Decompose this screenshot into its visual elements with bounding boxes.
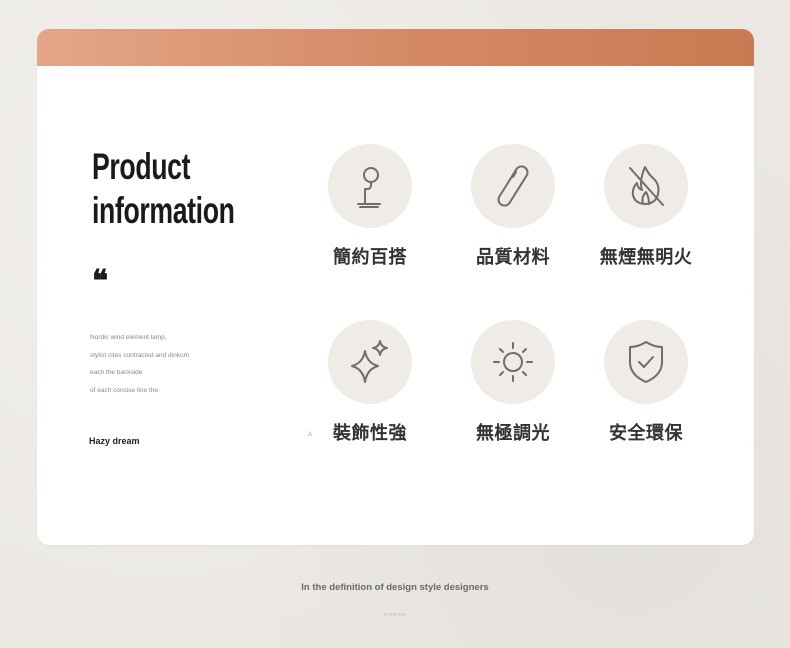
- footer-dots: wwwww: [383, 612, 407, 618]
- sun-icon: [493, 342, 533, 382]
- footer-caption: In the definition of design style design…: [301, 582, 489, 593]
- quote-mark-icon: ❝: [92, 264, 109, 299]
- feature-label: 簡約百搭: [333, 247, 407, 268]
- feature-circle: [471, 320, 555, 404]
- title-line-1: Product: [92, 146, 191, 187]
- feature-label: 無極調光: [476, 423, 550, 444]
- description-line: stylist cites contracted and dinkum: [90, 351, 189, 359]
- feature-label: 無煙無明火: [599, 247, 693, 268]
- feature-item-decorative: 裝飾性強: [310, 320, 430, 445]
- title-line-2: information: [92, 190, 235, 231]
- description-line: each the backside: [90, 369, 143, 376]
- capsule-icon: [497, 165, 529, 207]
- feature-circle: [328, 320, 412, 404]
- feature-circle: [471, 144, 555, 228]
- feature-item-simple: 簡約百搭: [310, 144, 430, 269]
- feature-label: 品質材料: [476, 247, 550, 268]
- desk-lamp-icon: [357, 167, 381, 208]
- no-fire-icon: [629, 166, 664, 206]
- shield-check-icon: [629, 341, 663, 383]
- feature-circle: [328, 144, 412, 228]
- feature-item-quality: 品質材料: [453, 144, 573, 269]
- feature-item-dimming: 無極調光: [453, 320, 573, 445]
- feature-label: 安全環保: [609, 423, 683, 444]
- feature-circle: [604, 144, 688, 228]
- product-info-card: Product information ❝ Nordic wind elemen…: [37, 29, 754, 545]
- description-line: Nordic wind element lamp,: [90, 334, 167, 341]
- page-title: Product information: [92, 145, 235, 233]
- feature-label: 裝飾性強: [333, 423, 407, 444]
- description: Nordic wind element lamp, stylist cites …: [90, 329, 189, 399]
- feature-item-safety: 安全環保: [586, 320, 706, 445]
- card-header-bar: [37, 29, 754, 66]
- tagline: Hazy dream: [89, 436, 140, 446]
- feature-item-no-fire: 無煙無明火: [586, 144, 706, 269]
- sparkle-icon: [351, 340, 388, 383]
- description-line: of each concise line the: [90, 386, 158, 394]
- feature-circle: [604, 320, 688, 404]
